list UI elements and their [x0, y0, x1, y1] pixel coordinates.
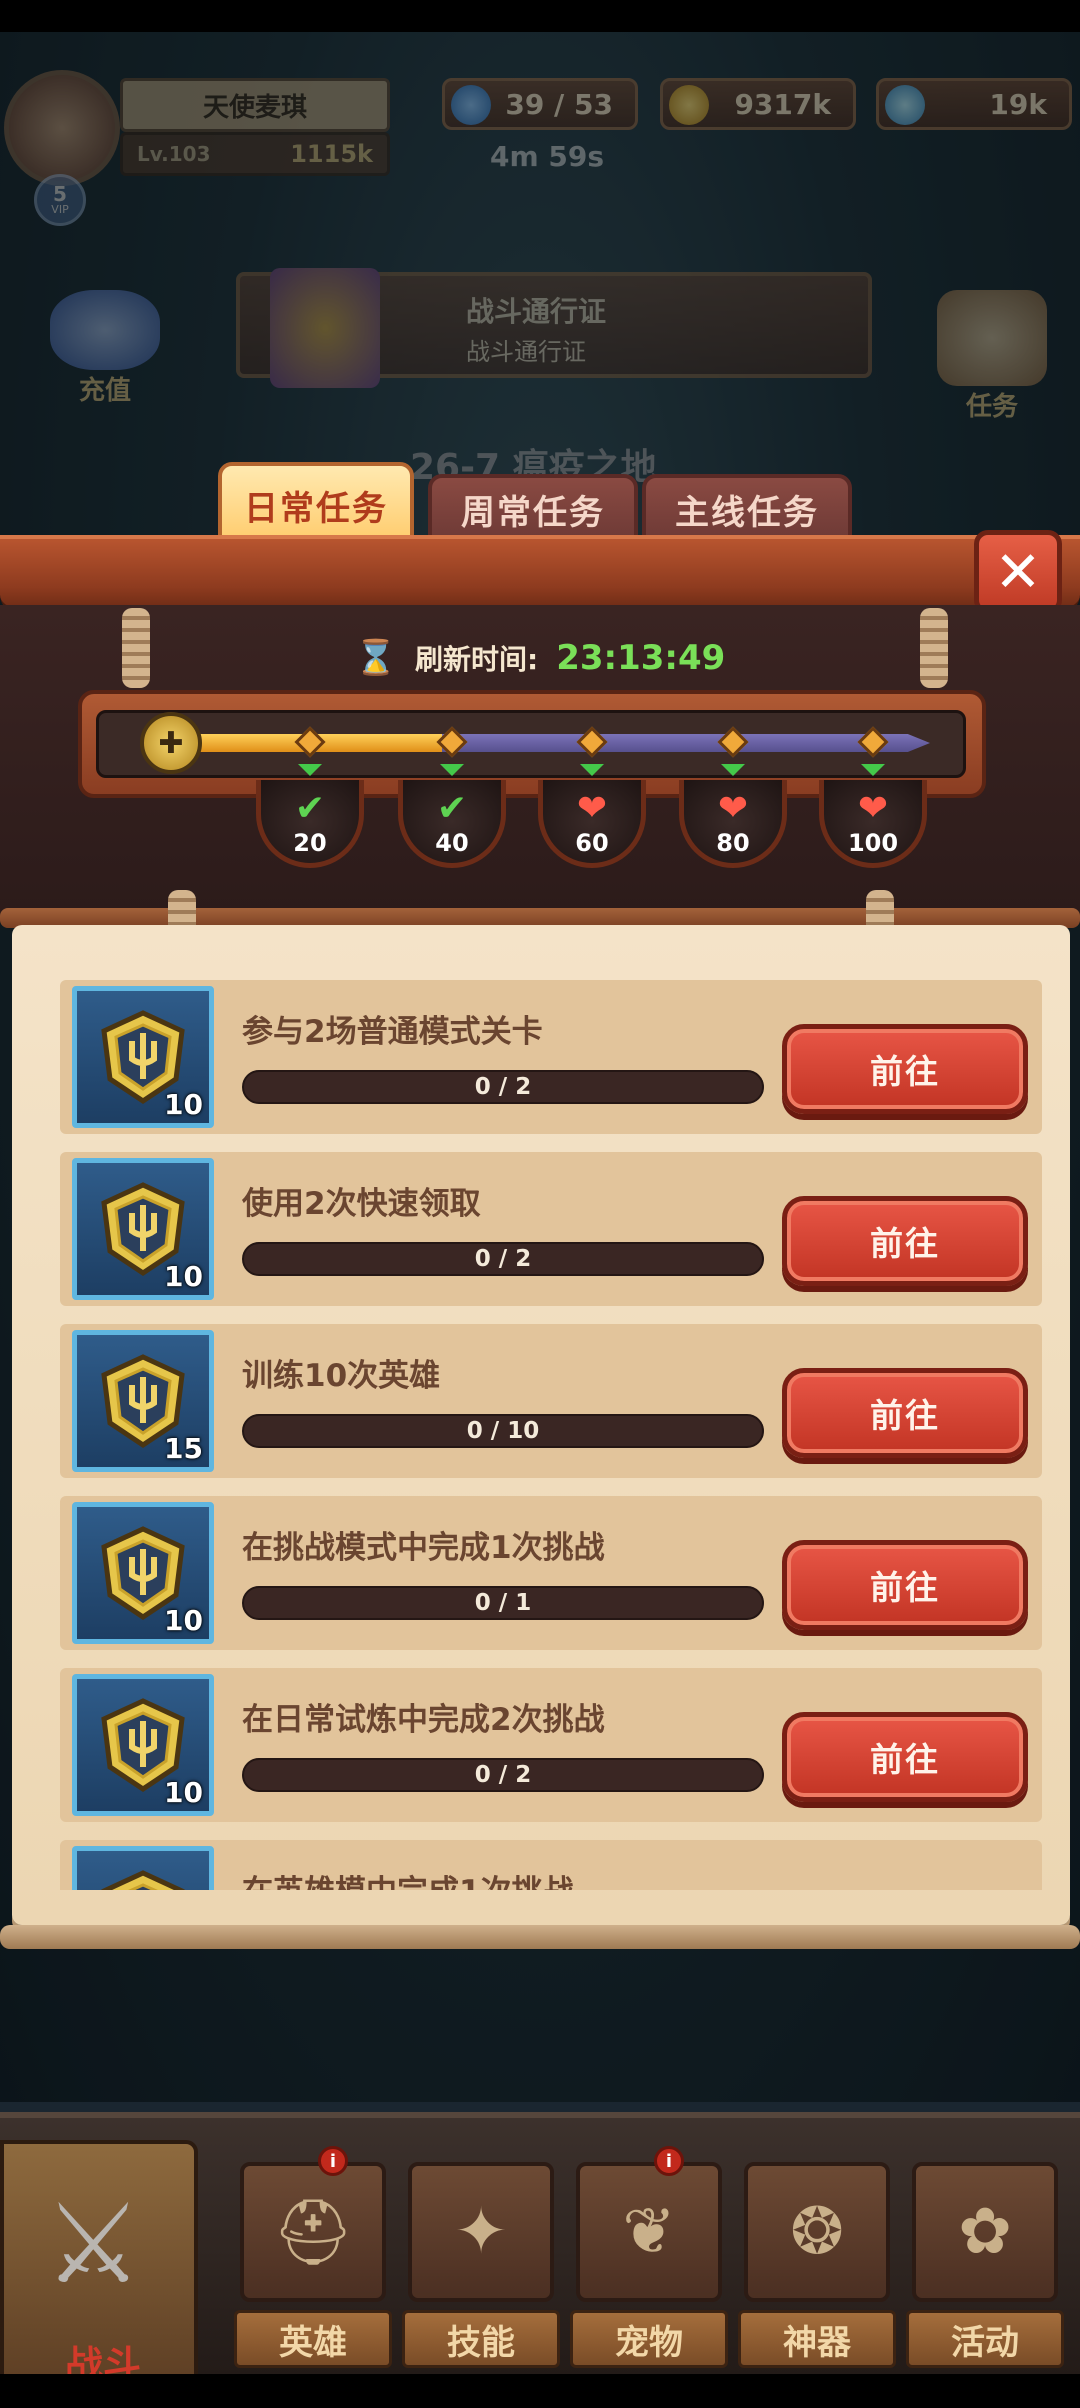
navigation-bar — [0, 2374, 1080, 2408]
task-progress-text: 0 / 2 — [474, 1762, 532, 1788]
notification-badge: i — [318, 2146, 348, 2176]
gift-box-icon: ❤ — [717, 788, 749, 829]
task-row: 在英雄模中完成1次挑战 — [60, 1840, 1042, 1890]
task-reward-amount: 10 — [164, 1088, 203, 1121]
milestone-value: 60 — [575, 829, 609, 857]
task-reward-icon: 10 — [72, 1158, 214, 1300]
task-progress-bar: 0 / 2 — [242, 1070, 764, 1104]
task-reward-icon: 10 — [72, 1674, 214, 1816]
refresh-label: 刷新时间: — [415, 643, 539, 676]
task-reward-icon — [72, 1846, 214, 1890]
milestone-arrow-icon — [580, 764, 604, 776]
task-title: 在英雄模中完成1次挑战 — [242, 1866, 574, 1890]
task-progress-bar: 0 / 10 — [242, 1414, 764, 1448]
notification-badge: i — [654, 2146, 684, 2176]
task-progress-text: 0 / 10 — [466, 1418, 540, 1444]
close-button[interactable]: ✕ — [974, 530, 1062, 614]
status-bar — [0, 0, 1080, 32]
task-progress-text: 0 / 1 — [474, 1590, 532, 1616]
milestone-value: 80 — [716, 829, 750, 857]
tab-daily-label: 日常任务 — [244, 488, 388, 529]
refresh-row: ⌛ 刷新时间: 23:13:49 — [0, 628, 1080, 688]
task-progress-text: 0 / 2 — [474, 1246, 532, 1272]
task-progress-bar: 0 / 2 — [242, 1242, 764, 1276]
tab-weekly-tasks[interactable]: 周常任务 — [428, 474, 638, 544]
milestone-value: 40 — [435, 829, 469, 857]
close-icon: ✕ — [994, 539, 1042, 605]
task-list[interactable]: 10 参与2场普通模式关卡 0 / 2 前往 10 使用2次快速领取 0 / 2 前往 15 训练… — [60, 980, 1042, 1890]
go-button-label: 前往 — [870, 1052, 940, 1091]
milestone-arrow-icon — [721, 764, 745, 776]
header-wood-plank — [0, 535, 1080, 613]
task-reward-amount: 10 — [164, 1604, 203, 1637]
tab-weekly-label: 周常任务 — [461, 492, 605, 533]
task-title: 在挑战模式中完成1次挑战 — [242, 1530, 605, 1566]
nav-label: 技能 — [402, 2310, 560, 2368]
go-button[interactable]: 前往 — [782, 1368, 1028, 1458]
task-title: 参与2场普通模式关卡 — [242, 1014, 543, 1050]
task-row: 15 训练10次英雄 0 / 10 前往 — [60, 1324, 1042, 1478]
go-button[interactable]: 前往 — [782, 1540, 1028, 1630]
go-button-label: 前往 — [870, 1396, 940, 1435]
task-reward-amount: 10 — [164, 1776, 203, 1809]
task-reward-amount: 10 — [164, 1260, 203, 1293]
nav-label: 英雄 — [234, 2310, 392, 2368]
task-title: 训练10次英雄 — [242, 1358, 441, 1394]
task-reward-icon: 10 — [72, 1502, 214, 1644]
artifact-icon: ❂ — [744, 2162, 890, 2302]
refresh-countdown: 23:13:49 — [556, 638, 726, 678]
milestone-value: 100 — [847, 829, 899, 857]
event-icon: ✿ — [912, 2162, 1058, 2302]
go-button-label: 前往 — [870, 1224, 940, 1263]
nav-item-1[interactable]: ⛑ 英雄 i — [234, 2146, 392, 2370]
go-button[interactable]: 前往 — [782, 1712, 1028, 1802]
task-reward-icon: 10 — [72, 986, 214, 1128]
gift-box-icon: ❤ — [857, 788, 889, 829]
nav-label: 活动 — [906, 2310, 1064, 2368]
nav-label: 神器 — [738, 2310, 896, 2368]
task-row: 10 在挑战模式中完成1次挑战 0 / 1 前往 — [60, 1496, 1042, 1650]
nav-item-3[interactable]: ❦ 宠物 i — [570, 2146, 728, 2370]
milestone-arrow-icon — [861, 764, 885, 776]
task-title: 使用2次快速领取 — [242, 1186, 481, 1222]
scroll-rod-bottom — [0, 1925, 1080, 1949]
nav-item-4[interactable]: ❂ 神器 — [738, 2162, 896, 2370]
trident-shield-icon — [101, 1870, 185, 1890]
tab-main-tasks[interactable]: 主线任务 — [642, 474, 852, 544]
task-row: 10 使用2次快速领取 0 / 2 前往 — [60, 1152, 1042, 1306]
skill-book-icon: ✦ — [408, 2162, 554, 2302]
crossed-swords-icon: ⚔ — [44, 2180, 143, 2308]
task-progress-text: 0 / 2 — [474, 1074, 532, 1100]
go-button[interactable]: 前往 — [782, 1024, 1028, 1114]
nav-label: 宠物 — [570, 2310, 728, 2368]
nav-item-5[interactable]: ✿ 活动 — [906, 2162, 1064, 2370]
nav-item-2[interactable]: ✦ 技能 — [402, 2162, 560, 2370]
task-row: 10 在日常试炼中完成2次挑战 0 / 2 前往 — [60, 1668, 1042, 1822]
task-progress-bar: 0 / 2 — [242, 1758, 764, 1792]
task-reward-icon: 15 — [72, 1330, 214, 1472]
task-progress-bar: 0 / 1 — [242, 1586, 764, 1620]
checkmark-icon: ✔ — [436, 788, 468, 829]
helmet-icon: ⛑ — [240, 2162, 386, 2302]
tab-main-label: 主线任务 — [675, 492, 819, 533]
go-button-label: 前往 — [870, 1740, 940, 1779]
activity-emblem-icon: ✚ — [140, 712, 202, 774]
go-button-label: 前往 — [870, 1568, 940, 1607]
milestone-value: 20 — [293, 829, 327, 857]
milestone-arrow-icon — [440, 764, 464, 776]
task-title: 在日常试炼中完成2次挑战 — [242, 1702, 605, 1738]
checkmark-icon: ✔ — [294, 788, 326, 829]
milestone-arrow-icon — [298, 764, 322, 776]
go-button[interactable]: 前往 — [782, 1196, 1028, 1286]
task-reward-amount: 15 — [164, 1432, 203, 1465]
hourglass-icon: ⌛ — [354, 638, 397, 678]
task-row: 10 参与2场普通模式关卡 0 / 2 前往 — [60, 980, 1042, 1134]
pet-wings-icon: ❦ — [576, 2162, 722, 2302]
gift-box-icon: ❤ — [576, 788, 608, 829]
nav-battle[interactable]: ⚔ 战斗 — [0, 2140, 198, 2387]
